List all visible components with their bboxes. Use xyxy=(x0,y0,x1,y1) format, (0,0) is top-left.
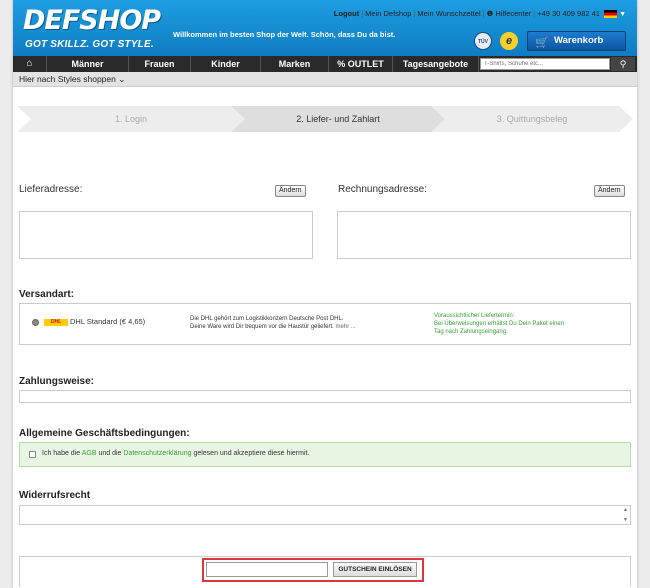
terms-text-b: und die xyxy=(98,450,122,457)
change-billing-address-button[interactable]: Ändern xyxy=(594,185,625,197)
shipping-desc-line2: Deine Ware wird Dir bequem vor die Haust… xyxy=(190,324,334,330)
payment-title: Zahlungsweise: xyxy=(19,376,95,387)
help-center-link[interactable]: ❶ Hilfecenter xyxy=(487,9,532,18)
more-link[interactable]: mehr ... xyxy=(336,324,356,330)
trusted-shops-badge-icon[interactable]: e xyxy=(500,32,518,50)
delivery-estimate-line3: Tag nach Zahlungseingang. xyxy=(434,329,508,335)
nav-item-frauen[interactable]: Frauen xyxy=(129,56,191,72)
top-links: Logout | Mein Defshop | Mein Wunschzettel | ❶ … xyxy=(333,9,626,19)
shipping-desc-line1: Die DHL gehört zum Logistikkonzern Deuts… xyxy=(190,316,344,322)
home-icon[interactable]: ⌂ xyxy=(13,56,47,72)
terms-title: Allgemeine Geschäftsbedingungen: xyxy=(19,428,190,439)
site-header: DEFSHOP GOT SKILLZ. GOT STYLE. Willkomme… xyxy=(13,0,637,56)
shipping-description: Die DHL gehört zum Logistikkonzern Deuts… xyxy=(190,315,356,331)
withdrawal-title: Widerrufsrecht xyxy=(19,490,91,501)
welcome-message: Willkommen im besten Shop der Welt. Schö… xyxy=(173,30,396,39)
agb-link[interactable]: AGB xyxy=(82,450,97,457)
logo-slogan: GOT SKILLZ. GOT STYLE. xyxy=(25,39,154,50)
step-delivery-payment[interactable]: 2. Liefer- und Zahlart xyxy=(231,106,445,132)
scroll-down-icon[interactable]: ▼ xyxy=(623,517,628,523)
step-receipt-label: 3. Quittungsbeleg xyxy=(496,114,568,124)
nav-item-maenner[interactable]: Männer xyxy=(47,56,129,72)
step-login-label: 1. Login xyxy=(114,114,148,124)
german-flag-icon[interactable] xyxy=(604,10,618,19)
search-input[interactable] xyxy=(480,58,610,70)
payment-box xyxy=(19,390,631,403)
delivery-address-box xyxy=(19,211,313,259)
shipping-option: DHL DHL Standard (€ 4,65) Die DHL gehört… xyxy=(19,303,631,345)
cart-label: Warenkorb xyxy=(554,35,604,46)
shipping-title: Versandart: xyxy=(19,289,75,300)
withdrawal-textarea[interactable]: ▲ ▼ xyxy=(19,505,631,525)
nav-item-tagesangebote[interactable]: Tagesangebote xyxy=(393,56,479,72)
terms-text-a: Ich habe die xyxy=(42,450,81,457)
scroll-up-icon[interactable]: ▲ xyxy=(623,507,628,513)
logo-text: DEFSHOP xyxy=(23,5,161,36)
search-icon[interactable]: ⚲ xyxy=(611,57,635,71)
terms-box: Ich habe die AGB und die Datenschutzerkl… xyxy=(19,442,631,467)
nav-item-outlet[interactable]: % OUTLET xyxy=(329,56,393,72)
defshop-logo[interactable]: DEFSHOP GOT SKILLZ. GOT STYLE. xyxy=(23,6,173,52)
step-delivery-payment-label: 2. Liefer- und Zahlart xyxy=(296,114,380,124)
terms-checkbox[interactable] xyxy=(29,451,36,458)
dhl-logo-icon: DHL xyxy=(44,319,68,326)
cart-icon: 🛒 xyxy=(535,37,549,49)
main-nav: ⌂ Männer Frauen Kinder Marken % OUTLET T… xyxy=(13,56,637,72)
wishlist-link[interactable]: Mein Wunschzettel xyxy=(417,9,480,18)
checkout-page: DEFSHOP GOT SKILLZ. GOT STYLE. Willkomme… xyxy=(13,0,637,588)
chevron-down-icon[interactable]: ▼ xyxy=(619,11,626,18)
terms-text-c: gelesen und akzeptiere diese hiermit. xyxy=(193,450,310,457)
step-receipt[interactable]: 3. Quittungsbeleg xyxy=(431,106,633,132)
checkout-steps: 1. Login 2. Liefer- und Zahlart 3. Quitt… xyxy=(17,106,633,132)
privacy-link[interactable]: Datenschutzerklärung xyxy=(123,450,191,457)
nav-item-marken[interactable]: Marken xyxy=(261,56,329,72)
redeem-voucher-button[interactable]: GUTSCHEIN EINLÖSEN xyxy=(333,562,417,577)
my-defshop-link[interactable]: Mein Defshop xyxy=(365,9,411,18)
tuv-badge-icon[interactable]: TÜV xyxy=(474,32,492,50)
change-delivery-address-button[interactable]: Ändern xyxy=(275,185,306,197)
delivery-estimate-line2: Bei Überweisungen erhältst Du Dein Paket… xyxy=(434,321,565,327)
terms-text: Ich habe die AGB und die Datenschutzerkl… xyxy=(42,450,309,457)
cart-button[interactable]: 🛒 Warenkorb xyxy=(527,31,626,51)
styles-shop-link[interactable]: Hier nach Styles shoppen ⌄ xyxy=(13,72,637,87)
shipping-name: DHL Standard (€ 4,65) xyxy=(70,317,146,326)
delivery-estimate-line1: Voraussichtlicher Liefertermin: xyxy=(434,313,515,319)
step-login[interactable]: 1. Login xyxy=(17,106,245,132)
delivery-address-label: Lieferadresse: xyxy=(19,184,83,195)
logout-link[interactable]: Logout xyxy=(334,9,359,18)
delivery-estimate: Voraussichtlicher Liefertermin: Bei Über… xyxy=(434,312,564,336)
voucher-input[interactable] xyxy=(206,562,328,577)
shipping-radio[interactable] xyxy=(32,319,39,326)
phone-number: +49 30 409 982 41 xyxy=(537,9,600,18)
billing-address-box xyxy=(337,211,631,259)
nav-item-kinder[interactable]: Kinder xyxy=(191,56,261,72)
billing-address-label: Rechnungsadresse: xyxy=(338,184,427,195)
